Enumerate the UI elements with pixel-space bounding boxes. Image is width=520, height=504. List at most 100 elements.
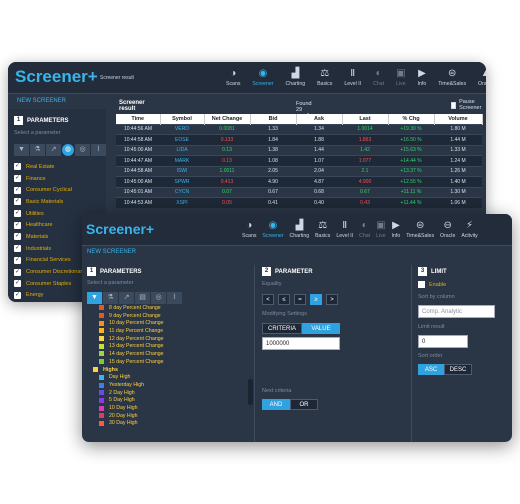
category-item[interactable]: ✓ Energy (14, 290, 85, 302)
parameter-item[interactable]: 20 Day High (99, 412, 164, 420)
table-row[interactable]: 10:45:00 AM SPWR 0.413 4.90 4.87 4.900 +12.55 … (116, 176, 482, 187)
flask-icon[interactable]: ⚗ (30, 144, 45, 156)
parameter-item[interactable]: 13 day Percent Change (99, 342, 164, 350)
checkbox[interactable]: ✓ (14, 221, 21, 229)
checkbox[interactable]: ✓ (14, 280, 21, 288)
column-header[interactable]: Bid (250, 114, 297, 124)
operator-equal-button[interactable]: = (294, 294, 306, 305)
eye-icon[interactable]: ◎ (151, 292, 166, 304)
limit-result-input[interactable]: 0 (418, 335, 468, 348)
table-row[interactable]: 10:44:53 AM XSPI 0.05 0.41 0.40 0.43 +11.44 % 1… (116, 197, 482, 208)
enable-checkbox[interactable] (418, 281, 425, 288)
value-input[interactable]: 1000000 (262, 337, 340, 350)
category-item[interactable]: ✓ Real Estate (14, 161, 85, 173)
category-item[interactable]: ✓ Financial Services (14, 255, 85, 267)
category-item[interactable]: ✓ Finance (14, 173, 85, 185)
category-item[interactable]: ✓ Utilities (14, 208, 85, 220)
category-item[interactable]: ✓ Materials (14, 231, 85, 243)
nav-item-time-sales[interactable]: ⊜ Time&Sales (438, 68, 466, 87)
chart-icon[interactable]: ↗ (119, 292, 134, 304)
parameter-item[interactable]: Yesterday High (99, 381, 164, 389)
table-row[interactable]: 10:44:58 AM EOSE 0.133 1.84 1.88 1.863 +16.50 … (116, 134, 482, 145)
nav-item-charting[interactable]: ▟ Charting (285, 68, 305, 87)
desc-button[interactable]: DESC (444, 364, 472, 375)
checkbox[interactable]: ✓ (14, 268, 21, 276)
checkbox[interactable]: ✓ (14, 256, 21, 264)
new-screener-link[interactable]: NEW SCREENER (87, 249, 136, 255)
nav-item-charting[interactable]: ▟ Charting (289, 220, 309, 239)
category-item[interactable]: ✓ Consumer Staples (14, 278, 85, 290)
nav-item-level-ii[interactable]: Ⅱ Level II (336, 220, 353, 239)
parameter-item[interactable]: 9 day Percent Change (99, 312, 164, 320)
nav-item-oracle[interactable]: ▲ Oracle (478, 68, 486, 87)
parameter-item[interactable]: 12 day Percent Change (99, 335, 164, 343)
category-item[interactable]: ✓ Consumer Discretionary (14, 266, 85, 278)
column-header[interactable]: Time (116, 114, 161, 124)
parameter-item[interactable]: 10 day Percent Change (99, 319, 164, 327)
or-button[interactable]: OR (290, 399, 318, 410)
checkbox[interactable]: ✓ (14, 186, 21, 194)
globe-icon[interactable]: ◍ (62, 144, 74, 156)
nav-item-live[interactable]: ▣ Live (376, 220, 386, 239)
nav-item-scans[interactable]: ◑ Scans (242, 220, 256, 239)
pause-screener-toggle[interactable]: Pause Screener (451, 99, 483, 111)
checkbox[interactable]: ✓ (14, 210, 21, 218)
parameter-group-highs[interactable]: Highs (93, 366, 164, 374)
trend-icon[interactable]: ⌇ (91, 144, 106, 156)
operator-greater-than-button[interactable]: > (326, 294, 338, 305)
nav-item-scans[interactable]: ◑ Scans (226, 68, 240, 87)
column-header[interactable]: Net Change (204, 114, 251, 124)
checkbox[interactable]: ✓ (14, 245, 21, 253)
operator-less-or-equal-button[interactable]: ≤ (278, 294, 290, 305)
nav-item-time-sales[interactable]: ⊜ Time&Sales (406, 220, 434, 239)
table-row[interactable]: 10:44:56 AM VERO 0.0081 1.33 1.34 1.0014 +19.3… (116, 123, 482, 135)
parameter-item[interactable]: 2 Day High (99, 389, 164, 397)
new-screener-link[interactable]: NEW SCREENER (17, 98, 66, 104)
category-item[interactable]: ✓ Basic Materials (14, 196, 85, 208)
checkbox[interactable]: ✓ (14, 163, 21, 171)
parameter-item[interactable]: 30 Day High (99, 420, 164, 428)
column-header[interactable]: Symbol (160, 114, 205, 124)
nav-item-live[interactable]: ▣ Live (396, 68, 406, 87)
parameter-item[interactable]: Day High (99, 374, 164, 382)
parameter-item[interactable]: 15 day Percent Change (99, 358, 164, 366)
nav-item-info[interactable]: ▶ Info (392, 220, 401, 239)
checkbox[interactable]: ✓ (14, 291, 21, 299)
nav-item-screener[interactable]: ◉ Screener (262, 220, 283, 239)
nav-item-chat[interactable]: ◐ Chat (373, 68, 384, 87)
enable-limit-toggle[interactable]: Enable (418, 281, 446, 288)
column-header[interactable]: Ask (296, 114, 343, 124)
flask-icon[interactable]: ⚗ (103, 292, 118, 304)
table-row[interactable]: 10:45:00 AM LIDA 0.13 1.38 1.44 1.42 +15.63 % 1… (116, 144, 482, 156)
category-item[interactable]: ✓ Consumer Cyclical (14, 184, 85, 196)
pause-checkbox[interactable] (451, 101, 457, 109)
parameter-item[interactable]: 10 Day High (99, 404, 164, 412)
column-header[interactable]: Last (342, 114, 389, 124)
table-row[interactable]: 10:44:47 AM MARK 0.13 1.08 1.07 1.077 +14.44 %… (116, 155, 482, 166)
eye-icon[interactable]: ◎ (75, 144, 90, 156)
value-tab[interactable]: VALUE (302, 323, 340, 334)
nav-item-activity[interactable]: ⚡ Activity (461, 220, 477, 239)
checkbox[interactable]: ✓ (14, 175, 21, 183)
filter-icon[interactable]: ▼ (87, 292, 102, 304)
parameter-item[interactable]: 11 day Percent Change (99, 327, 164, 335)
nav-item-basics[interactable]: ⚖ Basics (317, 68, 332, 87)
sort-by-select[interactable]: Comp. Analytic (418, 305, 495, 318)
chart-icon[interactable]: ↗ (46, 144, 61, 156)
nav-item-chat[interactable]: ◐ Chat (359, 220, 370, 239)
nav-item-screener[interactable]: ◉ Screener (252, 68, 273, 87)
asc-button[interactable]: ASC (418, 364, 444, 375)
parameter-item[interactable]: 8 day Percent Change (99, 304, 164, 312)
table-row[interactable]: 10:44:58 AM ISWI 1.0011 2.05 2.04 2.1 +13.37 %… (116, 165, 482, 177)
and-button[interactable]: AND (262, 399, 290, 410)
category-item[interactable]: ✓ Industrials (14, 243, 85, 255)
operator-less-than-button[interactable]: < (262, 294, 274, 305)
parameter-item[interactable]: 14 day Percent Change (99, 350, 164, 358)
checkbox[interactable]: ✓ (14, 198, 21, 206)
criteria-tab[interactable]: CRITERIA (262, 323, 302, 334)
nav-item-oracle[interactable]: ⊖ Oracle (440, 220, 455, 239)
parameter-item[interactable]: 5 Day High (99, 397, 164, 405)
column-header[interactable]: Volume (434, 114, 483, 124)
parameter-list-scrollbar[interactable] (248, 379, 253, 405)
operator-greater-or-equal-button[interactable]: ≥ (310, 294, 322, 305)
